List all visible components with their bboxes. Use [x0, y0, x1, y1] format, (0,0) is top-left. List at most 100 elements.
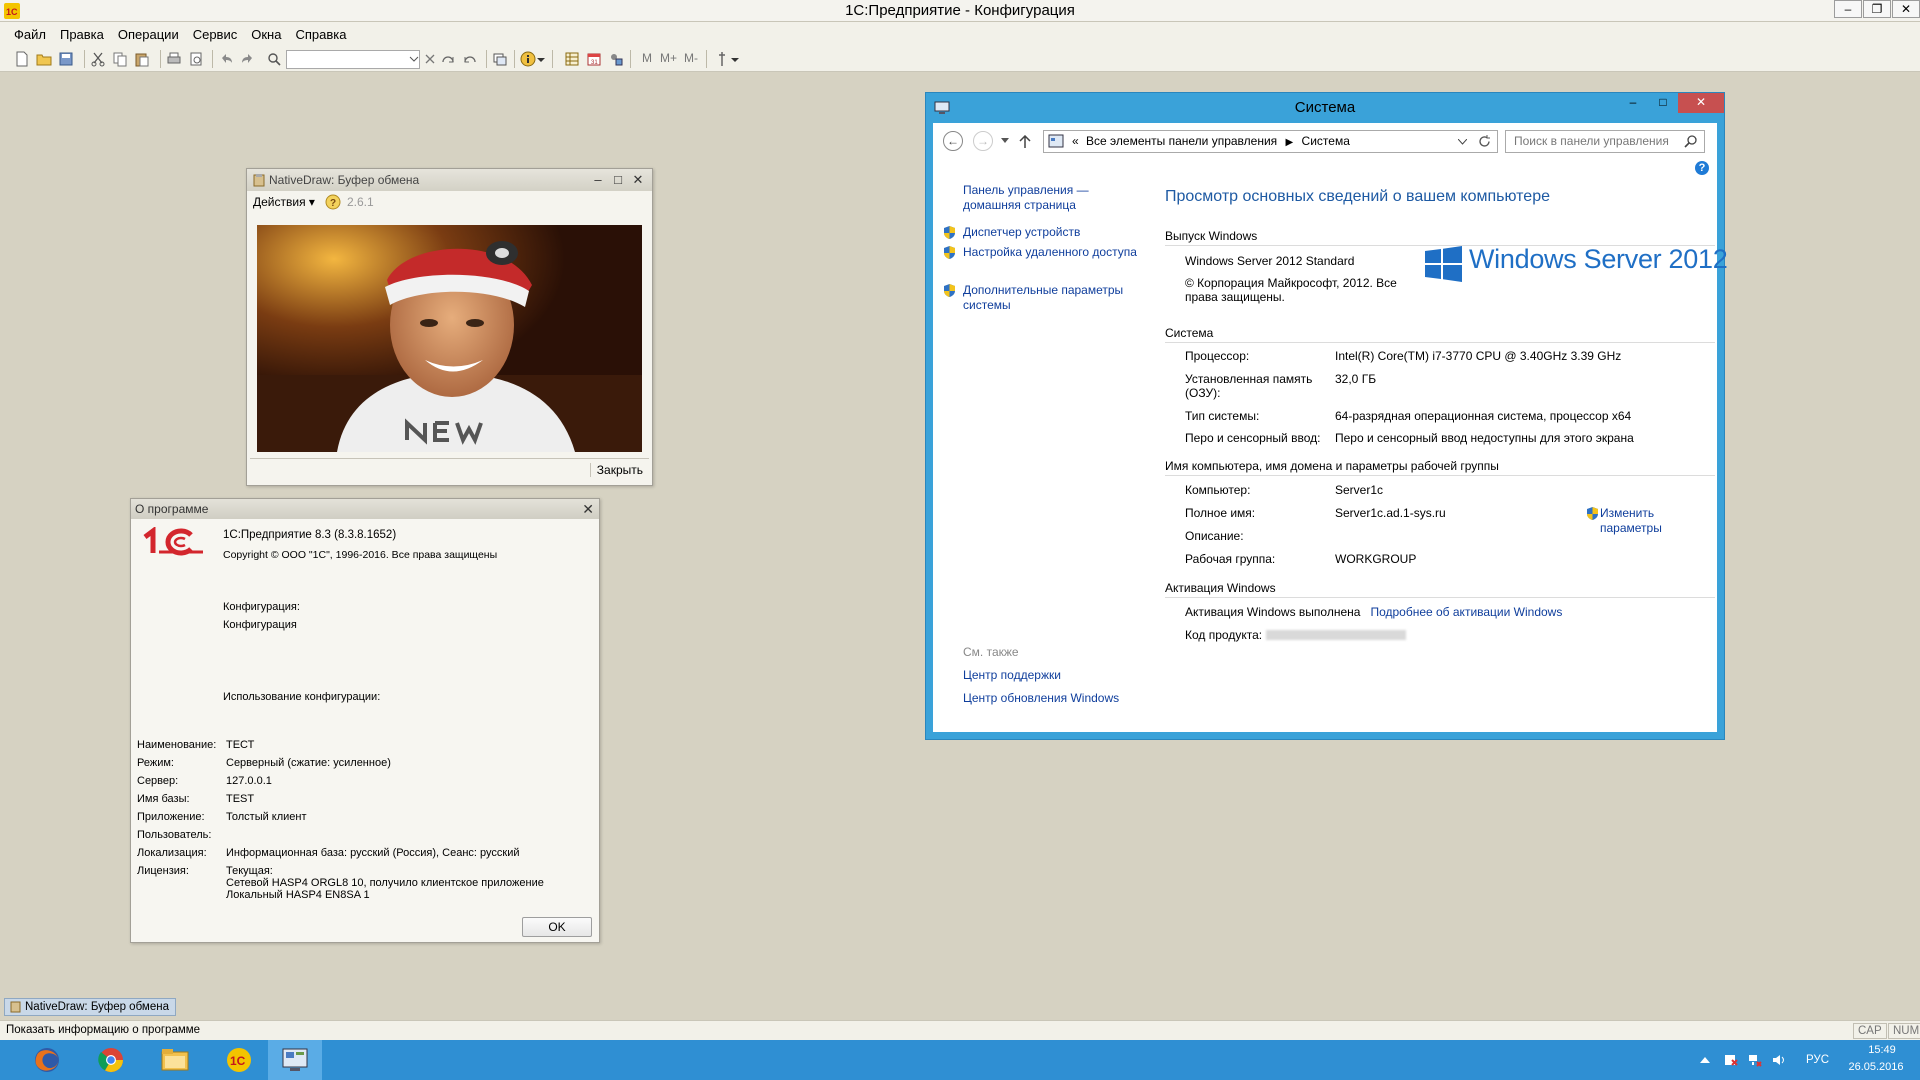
chevron-down-icon[interactable] — [406, 51, 422, 67]
windows-list-icon[interactable] — [492, 51, 508, 67]
remote-settings-link[interactable]: Настройка удаленного доступа — [944, 245, 1143, 260]
action-center-link[interactable]: Центр поддержки — [963, 668, 1061, 682]
control-panel-taskbar-button[interactable] — [268, 1040, 322, 1080]
action-center-icon[interactable] — [1724, 1053, 1738, 1067]
close-button[interactable]: ✕ — [628, 169, 648, 191]
minimize-button[interactable]: – — [1618, 93, 1648, 113]
find-previous-icon[interactable] — [462, 51, 478, 67]
calculator-icon[interactable] — [608, 51, 624, 67]
info-icon[interactable] — [520, 51, 536, 67]
control-panel-icon — [282, 1048, 308, 1071]
save-icon[interactable] — [58, 51, 74, 67]
menu-help[interactable]: Справка — [295, 27, 346, 42]
restore-button[interactable]: ❐ — [1863, 0, 1891, 18]
table-icon[interactable] — [564, 51, 580, 67]
about-info-table: Наименование: ТЕСТ Режим: Серверный (сжати… — [137, 736, 587, 901]
search-icon[interactable] — [1684, 134, 1698, 148]
search-icon[interactable] — [266, 51, 282, 67]
app-title: 1С:Предприятие - Конфигурация — [845, 2, 1075, 19]
paste-icon[interactable] — [134, 51, 150, 67]
row-value: Server1c.ad.1-sys.ru — [1335, 506, 1446, 520]
change-settings-link[interactable]: Изменить параметры — [1587, 506, 1670, 536]
close-button[interactable]: ✕ — [582, 499, 594, 519]
info-row: Имя базы: TEST — [137, 790, 587, 808]
ok-button[interactable]: OK — [522, 917, 592, 937]
status-text: Показать информацию о программе — [6, 1024, 201, 1036]
chevron-down-icon[interactable] — [1458, 139, 1467, 145]
calendar-icon[interactable]: 31 — [586, 51, 602, 67]
system-left-pane: Панель управления — домашняя страница Ди… — [933, 159, 1158, 732]
toolbar-search-input[interactable] — [286, 50, 420, 69]
redo-icon[interactable] — [240, 51, 256, 67]
nativedraw-titlebar[interactable]: NativeDraw: Буфер обмена – □ ✕ — [247, 169, 652, 191]
memory-add-button[interactable]: M+ — [660, 51, 677, 65]
clock-time[interactable]: 15:49 — [1857, 1044, 1907, 1056]
1c-taskbar-button[interactable]: 1С — [212, 1040, 266, 1080]
app-titlebar: 1С 1С:Предприятие - Конфигурация – ❐ ✕ — [0, 0, 1920, 22]
windows-update-link[interactable]: Центр обновления Windows — [963, 691, 1119, 705]
control-panel-home-link[interactable]: Панель управления — домашняя страница — [963, 183, 1113, 213]
toolbar-separator — [706, 50, 707, 68]
close-link[interactable]: Закрыть — [589, 463, 643, 477]
chrome-taskbar-button[interactable] — [84, 1040, 138, 1080]
print-preview-icon[interactable] — [188, 51, 204, 67]
close-button[interactable]: ✕ — [1892, 0, 1920, 18]
product-key-row: Код продукта: — [1185, 628, 1705, 642]
forward-arrow-icon[interactable]: → — [973, 131, 993, 151]
open-folder-icon[interactable] — [36, 51, 52, 67]
actions-menu[interactable]: Действия ▾ — [253, 195, 315, 209]
find-next-icon[interactable] — [440, 51, 456, 67]
menu-file[interactable]: Файл — [14, 27, 46, 42]
about-title: О программе — [135, 502, 209, 516]
firefox-taskbar-button[interactable] — [20, 1040, 74, 1080]
info-value: Толстый клиент — [226, 811, 307, 823]
info-value: 127.0.0.1 — [226, 775, 272, 787]
memory-button[interactable]: M — [642, 51, 652, 65]
tray-expand-icon[interactable] — [1700, 1056, 1710, 1064]
activation-details-link[interactable]: Подробнее об активации Windows — [1370, 605, 1562, 619]
language-indicator[interactable]: РУС — [1806, 1054, 1829, 1066]
system-title: Система — [1294, 99, 1356, 116]
undo-icon[interactable] — [218, 51, 234, 67]
up-arrow-icon[interactable] — [1019, 135, 1031, 149]
help-icon[interactable]: ? — [325, 194, 341, 210]
volume-icon[interactable] — [1772, 1053, 1786, 1067]
close-button[interactable]: ✕ — [1678, 93, 1724, 113]
memory-subtract-button[interactable]: M- — [684, 51, 698, 65]
tools-icon[interactable] — [714, 51, 730, 67]
chevron-down-icon[interactable] — [536, 55, 546, 65]
explorer-taskbar-button[interactable] — [148, 1040, 202, 1080]
menu-windows[interactable]: Окна — [251, 27, 281, 42]
clear-search-icon[interactable] — [422, 51, 438, 67]
advanced-system-settings-link[interactable]: Дополнительные параметры системы — [944, 283, 1143, 313]
menu-operations[interactable]: Операции — [118, 27, 179, 42]
back-arrow-icon[interactable]: ← — [943, 131, 963, 151]
new-document-icon[interactable] — [14, 51, 30, 67]
maximize-button[interactable]: □ — [1648, 93, 1678, 113]
address-bar[interactable]: « Все элементы панели управления ▶ Систе… — [1043, 130, 1498, 153]
license-line: Локальный HASP4 EN8SA 1 — [226, 889, 370, 901]
print-icon[interactable] — [166, 51, 182, 67]
row-key: Описание: — [1185, 529, 1244, 543]
breadcrumb-system[interactable]: Система — [1302, 134, 1350, 148]
menu-edit[interactable]: Правка — [60, 27, 104, 42]
system-titlebar[interactable]: Система – □ ✕ — [926, 93, 1724, 123]
device-manager-link[interactable]: Диспетчер устройств — [944, 225, 1143, 240]
minimize-button[interactable]: – — [588, 169, 608, 191]
minimize-button[interactable]: – — [1834, 0, 1862, 18]
network-icon[interactable] — [1748, 1053, 1762, 1067]
system-window: Система – □ ✕ ← → « Все элементы панели … — [925, 92, 1728, 740]
statusbar: Показать информацию о программе CAP NUM — [0, 1020, 1920, 1040]
maximize-button[interactable]: □ — [608, 169, 628, 191]
menu-service[interactable]: Сервис — [193, 27, 238, 42]
clock-date[interactable]: 26.05.2016 — [1842, 1061, 1910, 1073]
control-panel-search[interactable]: Поиск в панели управления — [1505, 130, 1705, 153]
cut-icon[interactable] — [90, 51, 106, 67]
chevron-down-icon[interactable] — [730, 55, 740, 65]
chevron-down-icon[interactable] — [1001, 138, 1009, 144]
breadcrumb-all-items[interactable]: Все элементы панели управления — [1086, 134, 1277, 148]
copy-icon[interactable] — [112, 51, 128, 67]
refresh-icon[interactable] — [1478, 135, 1491, 148]
mdi-window-tab[interactable]: NativeDraw: Буфер обмена — [4, 998, 176, 1016]
about-titlebar[interactable]: О программе ✕ — [131, 499, 599, 519]
